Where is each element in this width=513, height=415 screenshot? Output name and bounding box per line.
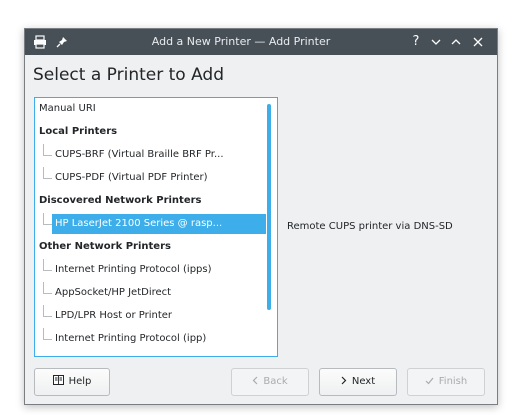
chevron-right-icon (341, 369, 347, 395)
titlebar[interactable]: Add a New Printer — Add Printer ? (25, 29, 497, 55)
pin-icon[interactable] (53, 33, 71, 51)
back-button[interactable]: Back (231, 368, 309, 396)
finish-button[interactable]: Finish (407, 368, 485, 396)
page-title: Select a Printer to Add (33, 65, 225, 85)
maximize-icon[interactable] (447, 33, 465, 51)
list-scrollbar[interactable] (267, 104, 271, 310)
help-book-icon (52, 369, 64, 395)
help-button[interactable]: Help (34, 368, 110, 396)
close-icon[interactable] (469, 33, 487, 51)
tree-branch-line (43, 282, 52, 294)
tree-branch-line (43, 305, 52, 317)
tree-branch-line (43, 328, 52, 340)
add-printer-dialog: Add a New Printer — Add Printer ? Select… (24, 28, 498, 405)
window-title: Add a New Printer — Add Printer (151, 35, 331, 48)
tree-branch-line (43, 167, 52, 179)
tree-branch-line (43, 144, 52, 156)
tree-branch-line (43, 213, 52, 225)
chevron-left-icon (252, 369, 258, 395)
checkmark-icon (425, 369, 434, 395)
tree-branch-line (43, 259, 52, 271)
next-button[interactable]: Next (319, 368, 397, 396)
printer-description: Remote CUPS printer via DNS-SD (287, 221, 453, 232)
help-icon[interactable]: ? (407, 33, 425, 51)
minimize-icon[interactable] (427, 33, 445, 51)
printer-type-list[interactable]: Manual URI Local Printers CUPS-BRF (Virt… (34, 97, 278, 357)
printer-icon[interactable] (31, 33, 49, 51)
